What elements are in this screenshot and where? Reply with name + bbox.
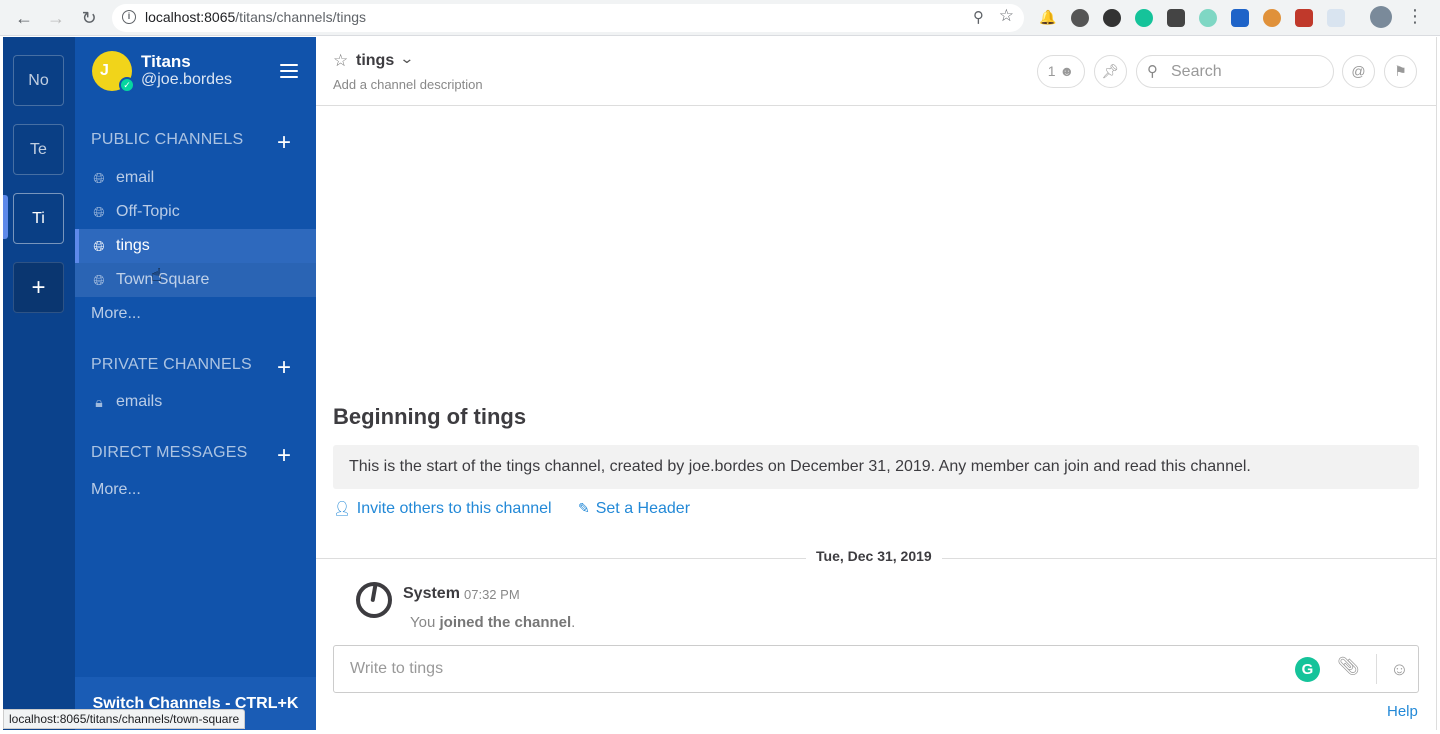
globe-icon: 🌐︎ <box>93 238 105 254</box>
grammarly-extension-icon[interactable] <box>1135 9 1153 27</box>
search-placeholder: Search <box>1171 63 1222 80</box>
channel-header: ☆ tings ⌄ Add a channel description 1 ☻ … <box>316 37 1437 106</box>
team-name: Titans <box>141 52 191 71</box>
lock-icon: 🔒︎ <box>95 394 103 410</box>
channel-view: ☆ tings ⌄ Add a channel description 1 ☻ … <box>316 37 1437 730</box>
java-extension-icon[interactable] <box>1327 9 1345 27</box>
hand-cursor-icon: ☝ <box>151 265 162 285</box>
forward-icon[interactable]: → <box>44 6 68 30</box>
profile-avatar[interactable] <box>1370 6 1392 28</box>
emoji-icon[interactable]: ☺ <box>1376 654 1422 684</box>
chevron-down-icon[interactable]: ⌄ <box>399 50 414 67</box>
set-header-link[interactable]: ✎ Set a Header <box>578 500 690 518</box>
sidebar-item-tings[interactable]: 🌐︎ tings <box>75 229 316 263</box>
add-user-icon: 👤︎ <box>333 500 351 516</box>
team-te[interactable]: Te <box>13 124 64 175</box>
help-link[interactable]: Help <box>1387 703 1418 720</box>
set-header-label: Set a Header <box>595 500 691 517</box>
grammarly-icon[interactable]: G <box>1295 657 1320 682</box>
sidebar-item-label: Off-Topic <box>116 203 180 220</box>
color-extension-icon[interactable] <box>1199 9 1217 27</box>
public-more-link[interactable]: More... <box>91 305 141 323</box>
composer-placeholder: Write to tings <box>350 660 444 677</box>
add-direct-message-icon[interactable]: + <box>277 444 291 468</box>
zoom-icon[interactable]: ⚲ <box>973 8 984 26</box>
dm-more-link[interactable]: More... <box>91 481 141 499</box>
post-message: You joined the channel. <box>410 614 576 631</box>
pinned-icon[interactable]: 📌︎ <box>1094 55 1127 88</box>
hamburger-menu-icon[interactable] <box>280 64 298 78</box>
sidebar-item-label: tings <box>116 237 150 254</box>
channel-intro-title: Beginning of tings <box>333 404 527 429</box>
username: @joe.bordes <box>141 71 232 88</box>
mention-icon[interactable]: @ <box>1342 55 1375 88</box>
sidebar-item-label: Town Square <box>116 271 210 288</box>
back-icon[interactable]: ← <box>12 6 36 30</box>
public-channels-heading: PUBLIC CHANNELS <box>91 131 244 148</box>
cookie-extension-icon[interactable] <box>1263 9 1281 27</box>
sidebar-item-label: emails <box>116 393 163 410</box>
browser-toolbar: ← → ↻ i localhost:8065/titans/channels/t… <box>0 0 1440 36</box>
address-bar[interactable]: i localhost:8065/titans/channels/tings ⚲… <box>112 4 1024 32</box>
search-input[interactable]: ⚲ Search <box>1136 55 1334 88</box>
status-bar-url: localhost:8065/titans/channels/town-squa… <box>3 709 246 729</box>
site-info-icon[interactable]: i <box>122 10 136 24</box>
channel-description[interactable]: Add a channel description <box>333 77 483 92</box>
attachment-icon[interactable]: 📎︎ <box>1337 656 1360 677</box>
team-ti[interactable]: Ti <box>13 193 64 244</box>
gear-extension-icon[interactable] <box>1071 9 1089 27</box>
member-count-button[interactable]: 1 ☻ <box>1037 55 1085 88</box>
sidebar-item-emails[interactable]: 🔒︎ emails <box>75 385 316 419</box>
sidebar-item-town-square[interactable]: 🌐︎ Town Square <box>75 263 316 297</box>
reload-icon[interactable]: ↻ <box>77 6 101 30</box>
pocket-extension-icon[interactable] <box>1167 9 1185 27</box>
channel-sidebar: J ✓ Titans @joe.bordes PUBLIC CHANNELS +… <box>75 37 316 730</box>
invite-others-label: Invite others to this channel <box>356 500 552 517</box>
sidebar-item-label: email <box>116 169 155 186</box>
date-separator: Tue, Dec 31, 2019 <box>806 548 942 564</box>
sync-extension-icon[interactable] <box>1103 9 1121 27</box>
post-username[interactable]: System <box>403 585 460 603</box>
search-icon: ⚲ <box>1147 63 1158 80</box>
red-extension-icon[interactable] <box>1295 9 1313 27</box>
bookmark-star-icon[interactable]: ☆ <box>999 6 1014 26</box>
member-icon: ☻ <box>1059 63 1075 79</box>
bell-extension-icon[interactable]: 🔔 <box>1039 9 1057 27</box>
message-composer[interactable]: Write to tings G 📎︎ ☺ <box>333 645 1419 693</box>
direct-messages-heading: DIRECT MESSAGES <box>91 444 248 461</box>
pencil-icon: ✎ <box>578 500 590 516</box>
member-count: 1 <box>1047 63 1056 79</box>
globe-icon: 🌐︎ <box>93 272 105 288</box>
private-channels-heading: PRIVATE CHANNELS <box>91 356 252 373</box>
sidebar-header: J ✓ Titans @joe.bordes <box>75 37 316 105</box>
post-time[interactable]: 07:32 PM <box>464 587 520 602</box>
channel-name[interactable]: tings <box>356 52 394 70</box>
sidebar-item-off-topic[interactable]: 🌐︎ Off-Topic <box>75 195 316 229</box>
channel-intro-text: This is the start of the tings channel, … <box>333 445 1419 489</box>
team-sidebar: No Te Ti + <box>3 37 75 730</box>
globe-icon: 🌐︎ <box>93 204 105 220</box>
invite-others-link[interactable]: 👤︎ Invite others to this channel <box>333 500 552 518</box>
sidebar-item-email[interactable]: 🌐︎ email <box>75 161 316 195</box>
url-text: localhost:8065/titans/channels/tings <box>145 9 367 25</box>
globe-icon: 🌐︎ <box>93 170 105 186</box>
active-team-indicator <box>3 195 8 239</box>
team-no[interactable]: No <box>13 55 64 106</box>
s-extension-icon[interactable] <box>1231 9 1249 27</box>
favorite-star-icon[interactable]: ☆ <box>333 51 348 71</box>
add-private-channel-icon[interactable]: + <box>277 356 291 380</box>
chrome-menu-icon[interactable]: ⋮ <box>1406 6 1424 27</box>
system-avatar-icon <box>356 582 392 618</box>
flag-icon[interactable]: ⚑ <box>1384 55 1417 88</box>
add-team-button[interactable]: + <box>13 262 64 313</box>
online-status-icon: ✓ <box>119 77 135 93</box>
add-public-channel-icon[interactable]: + <box>277 131 291 155</box>
